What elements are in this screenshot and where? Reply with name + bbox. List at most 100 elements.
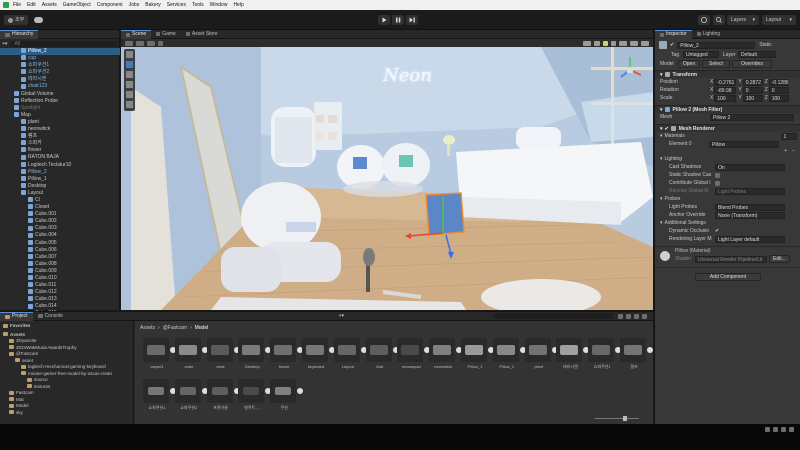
transform-header[interactable]: ▾ Transform [655,70,800,78]
asset-item[interactable]: 벤쿠트_... [238,379,272,411]
filter-label-icon[interactable] [626,313,631,319]
expand-arrow-icon[interactable] [297,388,304,394]
move-tool-icon[interactable] [126,61,133,68]
dynamic-checkbox[interactable]: ✔ [715,227,719,235]
asset-item[interactable]: Layout [333,338,367,369]
receive-dropdown[interactable]: Light Probes [715,187,785,195]
scale-z-field[interactable]: 100 [768,94,789,102]
breadcrumb-item[interactable]: @Fastcam [163,325,187,331]
notifications-icon[interactable] [789,427,794,432]
active-checkbox[interactable]: ✔ [670,42,674,48]
asset-item[interactable]: Mat [365,338,399,369]
tab-project[interactable]: Project [0,311,33,321]
hierarchy-item[interactable]: Pillow_2 [0,169,120,176]
hierarchy-item[interactable]: 쇼파쿠션1 [0,62,120,69]
layer-dropdown[interactable]: Default [738,51,776,58]
hierarchy-item[interactable]: 스파카 [0,140,120,147]
hierarchy-item[interactable]: Cube.008 [0,261,120,268]
icon-size-slider[interactable] [595,416,639,421]
menu-bakery[interactable]: Bakery [145,0,161,10]
hierarchy-item[interactable]: chair123 [0,83,120,90]
pivot-dropdown[interactable] [136,40,144,46]
tab-inspector[interactable]: Inspector [655,29,692,39]
asset-item[interactable]: mousepad [397,338,431,369]
material-header[interactable]: Pillow (Material) Shader Universal Rende… [655,246,800,264]
asset-item[interactable]: plant [524,338,558,369]
materials-count-field[interactable]: 1 [780,132,797,140]
asset-item[interactable]: 쿠션 [270,379,304,411]
object-name-field[interactable]: Pillow_2 [677,41,756,49]
bug-icon[interactable] [773,427,778,432]
camera-dropdown[interactable] [630,40,638,46]
hierarchy-item[interactable]: Spotlight [0,105,120,112]
light-probes-dropdown[interactable]: Blend Probes [715,203,785,211]
hierarchy-item[interactable]: Cl [0,197,120,204]
asset-item[interactable]: Desktop [238,338,272,369]
menu-jobs[interactable]: Jobs [129,0,140,10]
lighting-toggle-icon[interactable] [603,40,608,46]
hierarchy-item[interactable]: Cube.003 [0,225,120,232]
menu-window[interactable]: Window [210,0,228,10]
hierarchy-item[interactable]: Reflection Probe [0,98,120,105]
tab-hierarchy[interactable]: Hierarchy [0,29,39,39]
asset-item[interactable]: 쇼파쿠션1 [588,338,622,370]
hierarchy-item[interactable]: Desktop [0,183,120,190]
hierarchy-item[interactable]: Cube.012 [0,289,120,296]
play-button[interactable] [378,15,390,25]
open-button[interactable]: Open [678,59,700,68]
menu-file[interactable]: File [13,0,21,10]
remove-element-button[interactable]: − [792,148,795,154]
add-icon[interactable]: +▾ [2,41,7,47]
cloud-icon[interactable] [34,17,43,23]
rotate-tool-icon[interactable] [126,71,133,78]
rect-tool-icon[interactable] [126,91,133,98]
step-button[interactable] [406,15,418,25]
meshfilter-header[interactable]: ▾ Pillow 2 (Mesh Filter) [655,105,800,113]
effects-dropdown[interactable] [619,40,627,46]
project-folder[interactable]: Favorites [0,323,133,330]
hierarchy-item[interactable]: Map [0,112,120,119]
scene-viewport[interactable]: Neon [121,47,653,310]
hierarchy-item[interactable]: Global Volume [0,91,120,98]
hierarchy-item[interactable]: 쇼파쿠션2 [0,69,120,76]
menu-edit[interactable]: Edit [27,0,36,10]
tag-dropdown[interactable]: Untagged [683,51,719,58]
pause-button[interactable] [392,15,404,25]
hierarchy-item[interactable]: Cube.001 [0,211,120,218]
hierarchy-item[interactable]: Cube.011 [0,282,120,289]
rotation-x-field[interactable]: -89.98 [714,86,737,94]
history-button[interactable] [698,15,710,25]
breadcrumb-item[interactable]: Model [195,325,209,331]
tab-asset-store[interactable]: Asset Store [181,30,223,39]
menu-help[interactable]: Help [233,0,243,10]
add-element-button[interactable]: + [784,148,787,154]
menu-gameobject[interactable]: GameObject [63,0,91,10]
account-dropdown[interactable]: 조부 [4,15,29,25]
static-toggle[interactable]: Static [759,42,772,48]
layout-dropdown[interactable]: Layout ▾ [762,15,796,25]
hierarchy-item[interactable]: Cube.002 [0,218,120,225]
hierarchy-item[interactable]: Cube.005 [0,240,120,247]
anchor-field[interactable]: None (Transform) [715,211,785,219]
hand-tool-dropdown[interactable] [125,40,133,46]
hierarchy-item[interactable]: flower [0,147,120,154]
menu-component[interactable]: Component [97,0,123,10]
filter-type-icon[interactable] [618,313,623,319]
asset-item[interactable]: chair [174,338,208,369]
asset-item[interactable]: 쇼파쿠션2 [174,379,208,411]
hierarchy-item[interactable]: Cube.009 [0,268,120,275]
project-search-input[interactable] [494,313,614,319]
draw-mode-dropdown[interactable] [583,40,591,46]
hierarchy-item[interactable]: Cube.006 [0,247,120,254]
overrides-dropdown[interactable]: Overrides [732,59,772,68]
hierarchy-item[interactable]: Logitech Teclatur10 [0,162,120,169]
grid-dropdown[interactable] [147,40,155,46]
position-x-field[interactable]: -0.2761 [714,78,737,86]
audio-toggle-icon[interactable] [611,40,616,46]
hierarchy-item[interactable]: plant [0,119,120,126]
element-field[interactable]: Pillow [709,140,779,148]
hierarchy-search-input[interactable]: All [10,40,118,47]
project-folder[interactable]: sky [0,410,133,417]
asset-item[interactable]: Pillow_1 [461,338,494,369]
gizmos-dropdown[interactable] [641,40,649,46]
